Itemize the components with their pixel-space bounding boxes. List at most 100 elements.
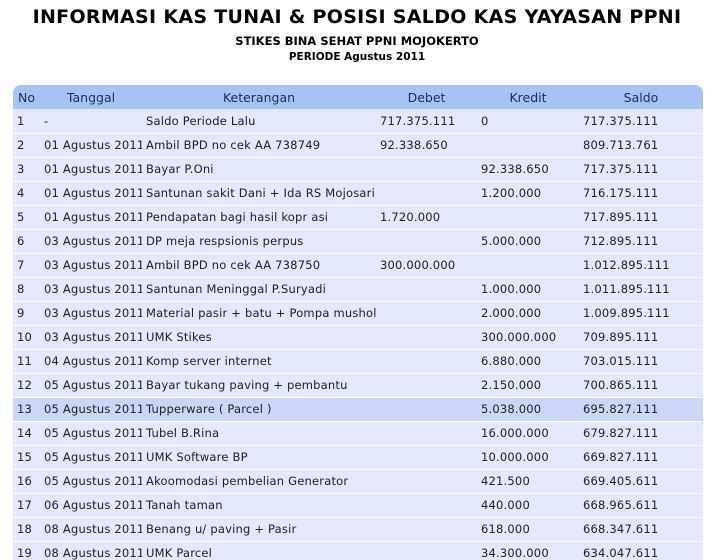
cell-keterangan: Material pasir + batu + Pompa musholah — [142, 301, 376, 326]
cell-saldo: 634.047.611 — [579, 541, 703, 560]
cell-tanggal: 01 Agustus 2011 — [40, 205, 142, 230]
cell-tanggal: - — [40, 109, 142, 134]
cell-saldo: 809.713.761 — [579, 133, 703, 158]
cell-no: 17 — [13, 493, 40, 518]
cell-keterangan: Santunan sakit Dani + Ida RS Mojosari — [142, 181, 376, 206]
cell-no: 14 — [13, 421, 40, 446]
cell-keterangan: Tupperware ( Parcel ) — [142, 397, 376, 422]
cash-table-container: No Tanggal Keterangan Debet Kredit Saldo… — [13, 85, 703, 560]
table-header: No Tanggal Keterangan Debet Kredit Saldo — [13, 85, 703, 109]
page-subtitle: STIKES BINA SEHAT PPNI MOJOKERTO — [235, 34, 479, 48]
page-title: INFORMASI KAS TUNAI & POSISI SALDO KAS Y… — [32, 6, 682, 28]
cell-saldo: 717.375.111 — [579, 109, 703, 134]
table-row: 10 03 Agustus 2011 UMK Stikes 300.000.000 70… — [13, 325, 703, 350]
cell-debet — [376, 469, 477, 494]
cell-keterangan: Pendapatan bagi hasil kopr asi — [142, 205, 376, 230]
cell-no: 9 — [13, 301, 40, 326]
cell-kredit: 0 — [477, 109, 579, 134]
cell-tanggal: 03 Agustus 2011 — [40, 301, 142, 326]
cell-kredit: 2.150.000 — [477, 373, 579, 398]
table-row: 14 05 Agustus 2011 Tubel B.Rina 16.000.000 6… — [13, 421, 703, 446]
cell-kredit — [477, 205, 579, 230]
cell-tanggal: 04 Agustus 2011 — [40, 349, 142, 374]
cell-keterangan: Tubel B.Rina — [142, 421, 376, 446]
cell-tanggal: 03 Agustus 2011 — [40, 277, 142, 302]
cell-no: 2 — [13, 133, 40, 158]
table-row: 15 05 Agustus 2011 UMK Software BP 10.000.0… — [13, 445, 703, 470]
cell-keterangan: UMK Software BP — [142, 445, 376, 470]
cell-debet — [376, 517, 477, 542]
cell-kredit: 421.500 — [477, 469, 579, 494]
cell-saldo: 668.965.611 — [579, 493, 703, 518]
cell-kredit — [477, 133, 579, 158]
cell-debet — [376, 301, 477, 326]
cell-keterangan: Santunan Meninggal P.Suryadi — [142, 277, 376, 302]
column-header-debet: Debet — [376, 85, 477, 109]
cell-saldo: 712.895.111 — [579, 229, 703, 254]
table-row: 19 08 Agustus 2011 UMK Parcel 34.300.000 634… — [13, 541, 703, 560]
cell-kredit: 1.200.000 — [477, 181, 579, 206]
cell-debet — [376, 157, 477, 182]
cell-debet — [376, 229, 477, 254]
cell-saldo: 668.347.611 — [579, 517, 703, 542]
cell-keterangan: Komp server internet — [142, 349, 376, 374]
cell-tanggal: 08 Agustus 2011 — [40, 517, 142, 542]
cell-no: 11 — [13, 349, 40, 374]
column-header-no: No — [13, 85, 40, 109]
period-label: PERIODE Agustus 2011 — [288, 51, 426, 63]
column-header-keterangan: Keterangan — [142, 85, 376, 109]
cell-keterangan: Bayar P.Oni — [142, 157, 376, 182]
table-row: 13 05 Agustus 2011 Tupperware ( Parcel ) 5.… — [13, 397, 703, 422]
cell-keterangan: Bayar tukang paving + pembantu — [142, 373, 376, 398]
cell-saldo: 1.012.895.111 — [579, 253, 703, 278]
table-row: 5 01 Agustus 2011 Pendapatan bagi hasil ko… — [13, 205, 703, 230]
cell-saldo: 1.011.895.111 — [579, 277, 703, 302]
cell-tanggal: 05 Agustus 2011 — [40, 445, 142, 470]
cell-debet — [376, 541, 477, 560]
cell-debet: 92.338.650 — [376, 133, 477, 158]
cell-kredit: 5.038.000 — [477, 397, 579, 422]
table-body: 1- Saldo Periode Lalu 717.375.111 0 717.375.… — [13, 109, 703, 560]
cell-tanggal: 05 Agustus 2011 — [40, 469, 142, 494]
cell-tanggal: 03 Agustus 2011 — [40, 253, 142, 278]
cell-debet: 1.720.000 — [376, 205, 477, 230]
cell-debet — [376, 397, 477, 422]
cell-tanggal: 03 Agustus 2011 — [40, 229, 142, 254]
cell-saldo: 717.895.111 — [579, 205, 703, 230]
table-row: 12 05 Agustus 2011 Bayar tukang paving + p… — [13, 373, 703, 398]
cell-debet: 300.000.000 — [376, 253, 477, 278]
cell-tanggal: 03 Agustus 2011 — [40, 325, 142, 350]
cell-keterangan: UMK Parcel — [142, 541, 376, 560]
cell-kredit: 618.000 — [477, 517, 579, 542]
cell-no: 5 — [13, 205, 40, 230]
cell-keterangan: Ambil BPD no cek AA 738750 — [142, 253, 376, 278]
cell-debet — [376, 493, 477, 518]
table-header-row: No Tanggal Keterangan Debet Kredit Saldo — [13, 85, 703, 109]
cell-saldo: 709.895.111 — [579, 325, 703, 350]
cell-kredit: 300.000.000 — [477, 325, 579, 350]
cell-debet — [376, 373, 477, 398]
cell-kredit: 6.880.000 — [477, 349, 579, 374]
cell-kredit: 10.000.000 — [477, 445, 579, 470]
cell-kredit: 440.000 — [477, 493, 579, 518]
cell-no: 19 — [13, 541, 40, 560]
cell-debet — [376, 325, 477, 350]
cell-debet — [376, 349, 477, 374]
cell-saldo: 717.375.111 — [579, 157, 703, 182]
cell-keterangan: Ambil BPD no cek AA 738749 — [142, 133, 376, 158]
cell-saldo: 695.827.111 — [579, 397, 703, 422]
table-row: 16 05 Agustus 2011 Akoomodasi pembelian Ge… — [13, 469, 703, 494]
cell-no: 1 — [13, 109, 40, 134]
cell-keterangan: DP meja respsionis perpus — [142, 229, 376, 254]
cell-kredit: 5.000.000 — [477, 229, 579, 254]
cell-saldo: 669.405.611 — [579, 469, 703, 494]
cell-debet: 717.375.111 — [376, 109, 477, 134]
table-row: 7 03 Agustus 2011 Ambil BPD no cek AA 7387… — [13, 253, 703, 278]
column-header-tanggal: Tanggal — [40, 85, 142, 109]
cell-keterangan: Benang u/ paving + Pasir — [142, 517, 376, 542]
cell-no: 18 — [13, 517, 40, 542]
cell-kredit — [477, 253, 579, 278]
cell-saldo: 703.015.111 — [579, 349, 703, 374]
cell-tanggal: 08 Agustus 2011 — [40, 541, 142, 560]
cell-kredit: 1.000.000 — [477, 277, 579, 302]
